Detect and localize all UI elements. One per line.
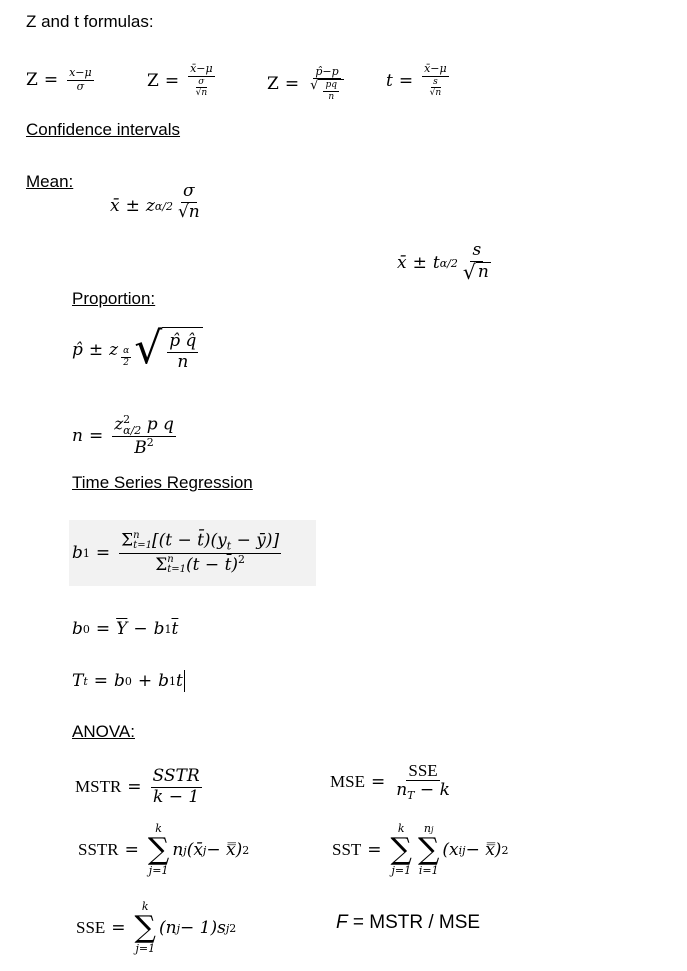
mean-z-interval-formula: x̄ ± z α/2 σ √n: [110, 182, 200, 222]
heading-anova: ANOVA:: [72, 722, 135, 741]
proportion-interval-formula: p̂ ± z α2 √ p̂ q̂ n: [72, 318, 204, 382]
heading-proportion: Proportion:: [72, 289, 156, 308]
mean-t-interval-formula: x̄ ± t α/2 s √ n: [397, 240, 491, 284]
document-page: Z and t formulas: Z = x−μ σ Z = x̄−μ σ √n Z = …: [0, 0, 687, 971]
heading-z-and-t: Z and t formulas:: [26, 12, 154, 31]
z-proportion-formula: Z = p̂−p √ pq n: [267, 56, 349, 112]
heading-confidence-intervals: Confidence intervals: [26, 120, 181, 139]
sst-formula: SST = k ∑ j=1 nj ∑ i=1 (x ij − x̿) 2: [332, 821, 509, 877]
sse-formula: SSE = k ∑ j=1 (n j − 1)s j 2: [76, 899, 237, 955]
sstr-formula: SSTR = k ∑ j=1 n j (x̄ j − x̿) 2: [78, 821, 250, 877]
mstr-formula: MSTR = SSTR k − 1: [75, 765, 202, 807]
intercept-b0-formula: b 0 = Y − b 1 t: [72, 619, 179, 639]
mse-formula: MSE = SSE nT − k: [330, 760, 450, 803]
trend-formula: Tt = b 0 + b 1 t: [72, 670, 185, 692]
heading-mean: Mean:: [26, 172, 74, 191]
t-statistic-formula: t = x̄−μ s √n: [386, 62, 449, 99]
z-sample-mean-formula: Z = x̄−μ σ √n: [147, 62, 215, 99]
z-score-formula: Z = x−μ σ: [26, 65, 94, 93]
f-statistic-formula: F = MSTR / MSE: [336, 912, 481, 933]
text-cursor: [183, 670, 185, 692]
sample-size-formula: n = z 2 α/2 p q B2: [72, 412, 176, 458]
heading-time-series-regression: Time Series Regression: [72, 473, 253, 492]
slope-b1-formula: b 1 = Σn t=1 [(t − t̄)(yt − ȳ)] Σn t=1 (t − t̄)…: [72, 529, 282, 576]
